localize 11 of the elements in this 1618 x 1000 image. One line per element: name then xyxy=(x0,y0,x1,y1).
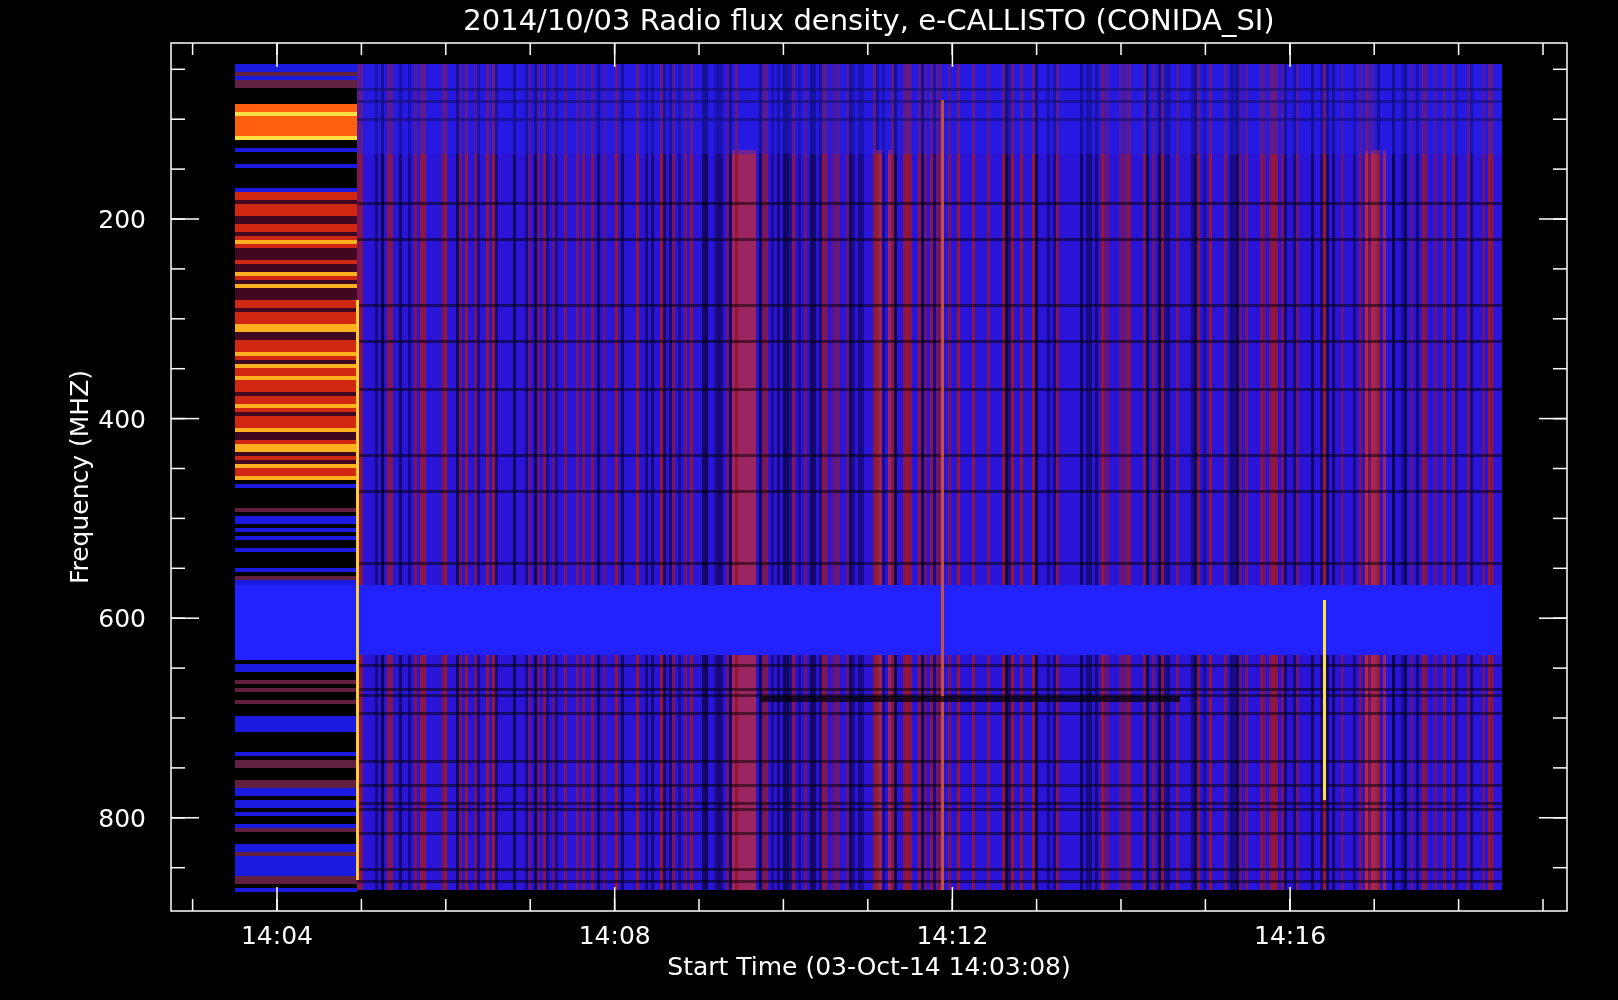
y-tick-label: 600 xyxy=(98,604,146,634)
y-tick-label: 200 xyxy=(98,205,146,234)
x-tick-label: 14:12 xyxy=(916,921,989,950)
y-tick-label: 400 xyxy=(98,404,146,434)
y-axis-label: Frequency (MHZ) xyxy=(65,369,94,585)
x-tick-label: 14:04 xyxy=(241,921,313,950)
x-tick-label: 14:08 xyxy=(578,921,651,950)
y-tick-label: 800 xyxy=(98,803,146,833)
x-axis-label: Start Time (03-Oct-14 14:03:08) xyxy=(667,952,1071,981)
chart-title: 2014/10/03 Radio flux density, e-CALLISTO (CONIDA_SI) xyxy=(463,3,1275,37)
x-tick-label: 14:16 xyxy=(1254,921,1327,950)
